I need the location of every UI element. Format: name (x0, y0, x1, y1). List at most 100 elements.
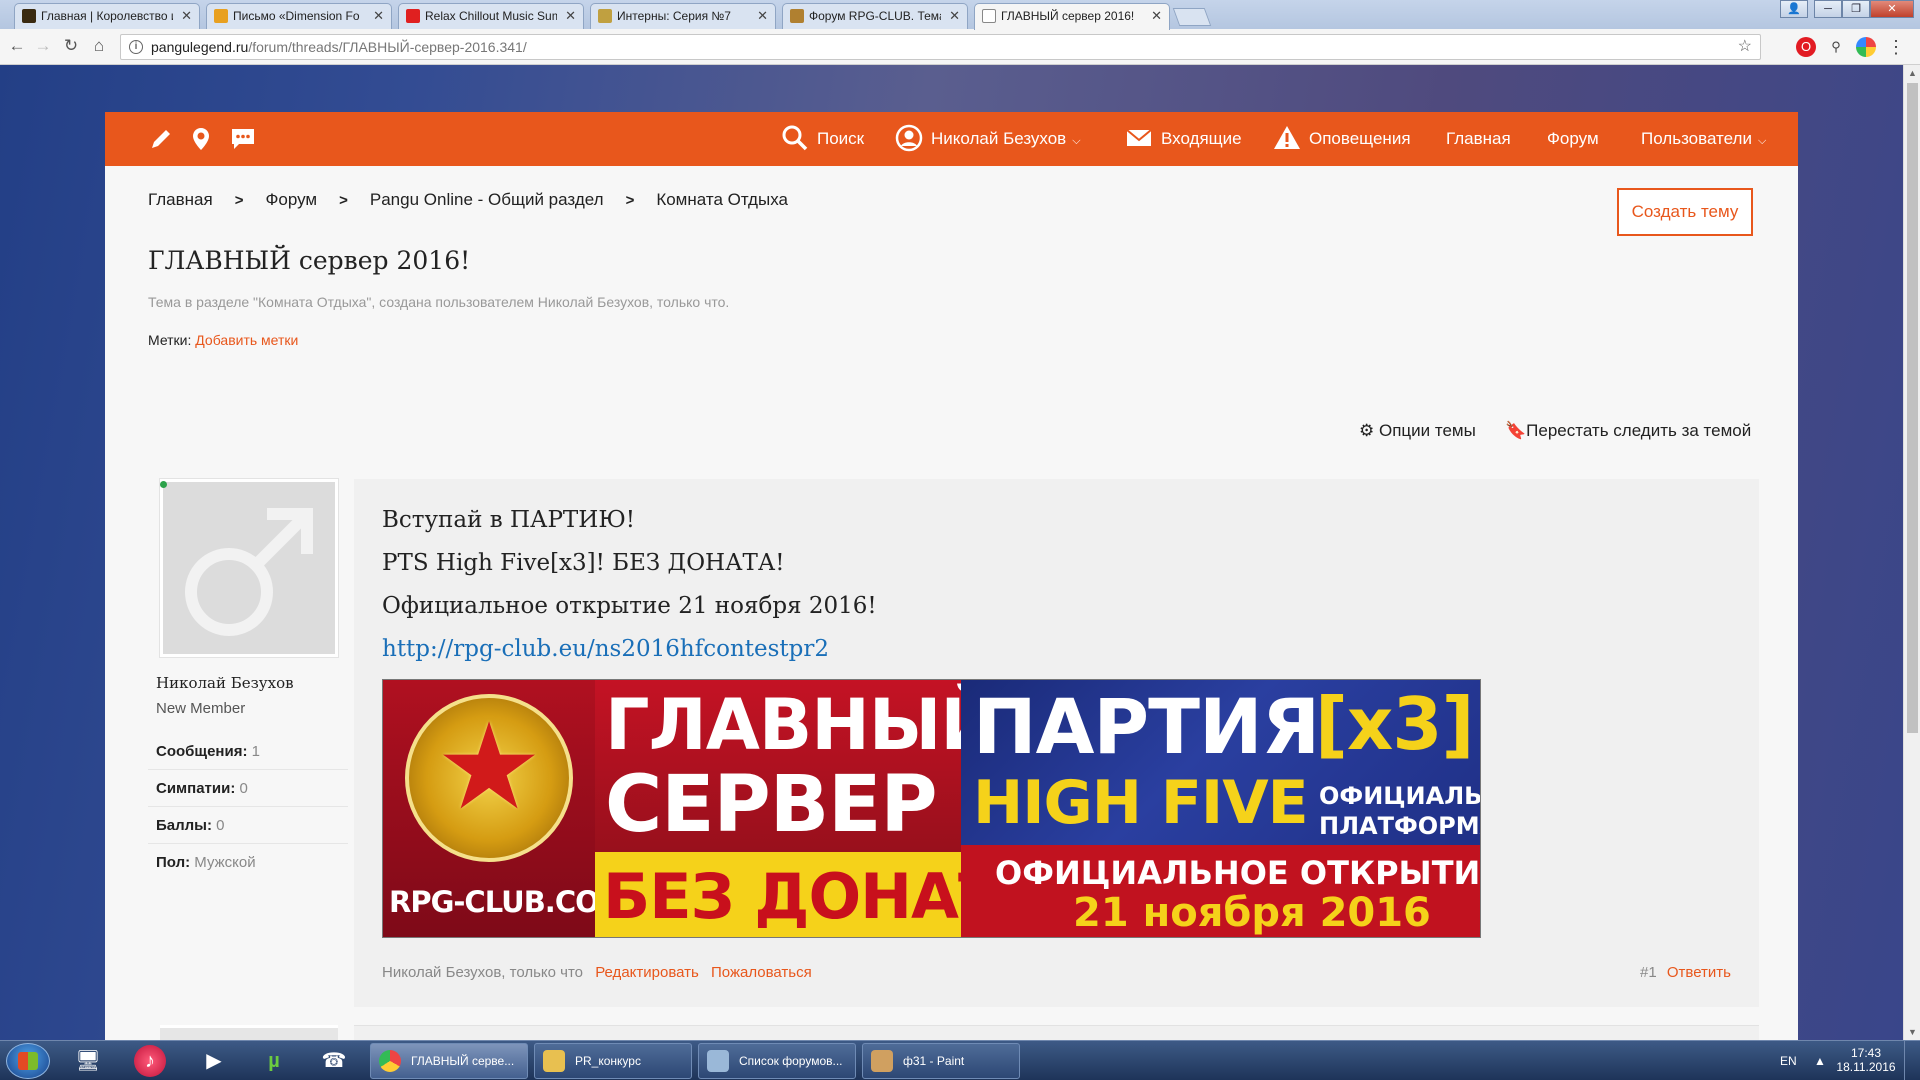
computer-icon[interactable]: 🖥 (66, 1045, 110, 1077)
taskbar-task[interactable]: ГЛАВНЫЙ серве... (370, 1043, 528, 1079)
taskbar-task[interactable]: ф31 - Paint (862, 1043, 1020, 1079)
chat-bubble-icon[interactable] (229, 125, 257, 153)
banner-main-line1: ГЛАВНЫЙ (605, 684, 999, 766)
browser-tab[interactable]: Письмо «Dimension Fo ✕ (206, 3, 392, 29)
browser-tab[interactable]: Интерны: Серия №7 ✕ (590, 3, 776, 29)
stat-messages: Сообщения: 1 (148, 733, 348, 770)
scroll-up-arrow-icon[interactable]: ▲ (1904, 65, 1920, 81)
taskbar-task[interactable]: PR_конкурс (534, 1043, 692, 1079)
color-extension-icon[interactable] (1856, 37, 1876, 57)
thread-meta: Тема в разделе "Комната Отдыха", создана… (148, 294, 730, 310)
nav-users[interactable]: Пользователи ⌵ (1641, 112, 1766, 166)
url-host: pangulegend.ru (151, 39, 249, 55)
language-indicator[interactable]: EN (1780, 1041, 1797, 1080)
browser-tab-active[interactable]: ГЛАВНЫЙ сервер 2016! ✕ (974, 3, 1170, 30)
close-tab-icon[interactable]: ✕ (757, 4, 768, 28)
search-icon (782, 125, 808, 150)
itunes-icon[interactable]: ♪ (134, 1045, 166, 1077)
unwatch-thread-button[interactable]: 🔖Перестать следить за темой (1505, 421, 1751, 441)
nav-search[interactable]: Поиск (781, 112, 864, 166)
close-window-icon[interactable]: ✕ (1870, 0, 1914, 18)
menu-icon[interactable]: ⋮ (1886, 37, 1906, 57)
maximize-icon[interactable]: ❐ (1842, 0, 1870, 18)
nav-alerts[interactable]: Оповещения (1273, 112, 1411, 166)
chevron-right-icon: > (339, 192, 348, 209)
post-number[interactable]: #1 (1640, 964, 1657, 981)
url-path: /forum/threads/ГЛАВНЫЙ-сервер-2016.341/ (248, 39, 527, 55)
edit-post-link[interactable]: Редактировать (595, 964, 699, 981)
envelope-icon (1126, 128, 1152, 146)
post-footer: Николай Безухов, только что Редактироват… (382, 964, 812, 981)
pencil-icon[interactable] (147, 125, 175, 153)
thread-options-button[interactable]: ⚙ Опции темы (1359, 421, 1476, 441)
banner-date: 21 ноября 2016 (1073, 890, 1431, 936)
create-thread-button[interactable]: Создать тему (1617, 188, 1753, 236)
breadcrumb-item[interactable]: Форум (265, 190, 317, 209)
microphone-extension-icon[interactable]: ⚲ (1826, 37, 1846, 57)
red-star-icon: ★ (435, 700, 543, 834)
avatar[interactable] (160, 479, 338, 657)
tab-favicon-icon (598, 9, 612, 23)
back-arrow-icon[interactable]: ← (6, 35, 28, 57)
banner-main-line2: СЕРВЕР (605, 760, 938, 850)
nav-home[interactable]: Главная (1446, 112, 1511, 166)
media-player-icon[interactable]: ▶ (192, 1045, 236, 1077)
author-name[interactable]: Николай Безухов (156, 674, 294, 692)
browser-tab[interactable]: Форум RPG-CLUB. Тема ✕ (782, 3, 968, 29)
post-text-line: PTS High Five[x3]! БЕЗ ДОНАТА! (382, 550, 785, 576)
nav-user-menu[interactable]: Николай Безухов ⌵ (895, 112, 1081, 166)
taskbar-task[interactable]: Список форумов... (698, 1043, 856, 1079)
tray-expand-icon[interactable]: ▲ (1814, 1041, 1826, 1080)
banner-x3: [x3] (1315, 682, 1474, 766)
utorrent-icon[interactable]: µ (252, 1045, 296, 1077)
stat-points: Баллы: 0 (148, 807, 348, 844)
forum-navbar: Поиск Николай Безухов ⌵ Входящие Оповещен… (105, 112, 1798, 166)
home-icon[interactable]: ⌂ (88, 35, 110, 57)
reload-icon[interactable]: ↻ (60, 35, 82, 57)
add-tags-link[interactable]: Добавить метки (195, 332, 298, 348)
bookmark-icon: 🔖 (1505, 421, 1527, 440)
browser-tab[interactable]: Relax Chillout Music Sum ✕ (398, 3, 584, 29)
start-button[interactable] (6, 1043, 50, 1079)
close-tab-icon[interactable]: ✕ (1151, 4, 1162, 28)
user-profile-icon[interactable]: 👤 (1780, 0, 1808, 18)
banner-site: RPG-CLUB.COM (389, 885, 628, 919)
opera-extension-icon[interactable]: O (1796, 37, 1816, 57)
report-post-link[interactable]: Пожаловаться (711, 964, 812, 981)
breadcrumb-item[interactable]: Pangu Online - Общий раздел (370, 190, 604, 209)
map-pin-icon[interactable] (187, 125, 215, 153)
close-tab-icon[interactable]: ✕ (949, 4, 960, 28)
viber-icon[interactable]: ☎ (312, 1045, 356, 1077)
new-tab-button[interactable] (1172, 8, 1212, 26)
post-banner-image[interactable]: ★ RPG-CLUB.COM ГЛАВНЫЙ СЕРВЕР БЕЗ ДОНАТА… (382, 679, 1481, 938)
nav-inbox[interactable]: Входящие (1125, 112, 1242, 166)
scrollbar-thumb[interactable] (1907, 83, 1918, 733)
post-author-time[interactable]: Николай Безухов, только что (382, 964, 583, 981)
nav-forum[interactable]: Форум (1547, 112, 1599, 166)
vertical-scrollbar[interactable]: ▲ ▼ (1903, 65, 1920, 1040)
scroll-down-arrow-icon[interactable]: ▼ (1904, 1024, 1920, 1040)
chevron-down-icon: ⌵ (1757, 135, 1767, 147)
browser-tab[interactable]: Главная | Королевство и ✕ (14, 3, 200, 29)
forward-arrow-icon[interactable]: → (32, 35, 54, 57)
page-info-icon[interactable]: i (129, 40, 143, 54)
banner-official2: ПЛАТФОРМА (1319, 812, 1481, 840)
tab-favicon-icon (22, 9, 36, 23)
show-desktop-button[interactable] (1904, 1041, 1920, 1080)
tab-favicon-icon (406, 9, 420, 23)
close-tab-icon[interactable]: ✕ (181, 4, 192, 28)
address-bar[interactable]: i pangulegend.ru/forum/threads/ГЛАВНЫЙ-с… (120, 34, 1761, 60)
tray-clock[interactable]: 17:43 18.11.2016 (1836, 1041, 1896, 1080)
close-tab-icon[interactable]: ✕ (565, 4, 576, 28)
breadcrumb-item[interactable]: Главная (148, 190, 213, 209)
minimize-icon[interactable]: ─ (1814, 0, 1842, 18)
reply-link[interactable]: Ответить (1667, 964, 1731, 981)
male-symbol-icon (185, 508, 313, 636)
browser-toolbar: ← → ↻ ⌂ i pangulegend.ru/forum/threads/Г… (0, 29, 1920, 65)
online-status-indicator (160, 481, 167, 488)
post-link[interactable]: http://rpg-club.eu/ns2016hfcontestpr2 (382, 636, 829, 662)
user-avatar-icon (895, 124, 923, 151)
close-tab-icon[interactable]: ✕ (373, 4, 384, 28)
breadcrumb-item[interactable]: Комната Отдыха (656, 190, 788, 209)
bookmark-star-icon[interactable]: ☆ (1738, 35, 1752, 59)
